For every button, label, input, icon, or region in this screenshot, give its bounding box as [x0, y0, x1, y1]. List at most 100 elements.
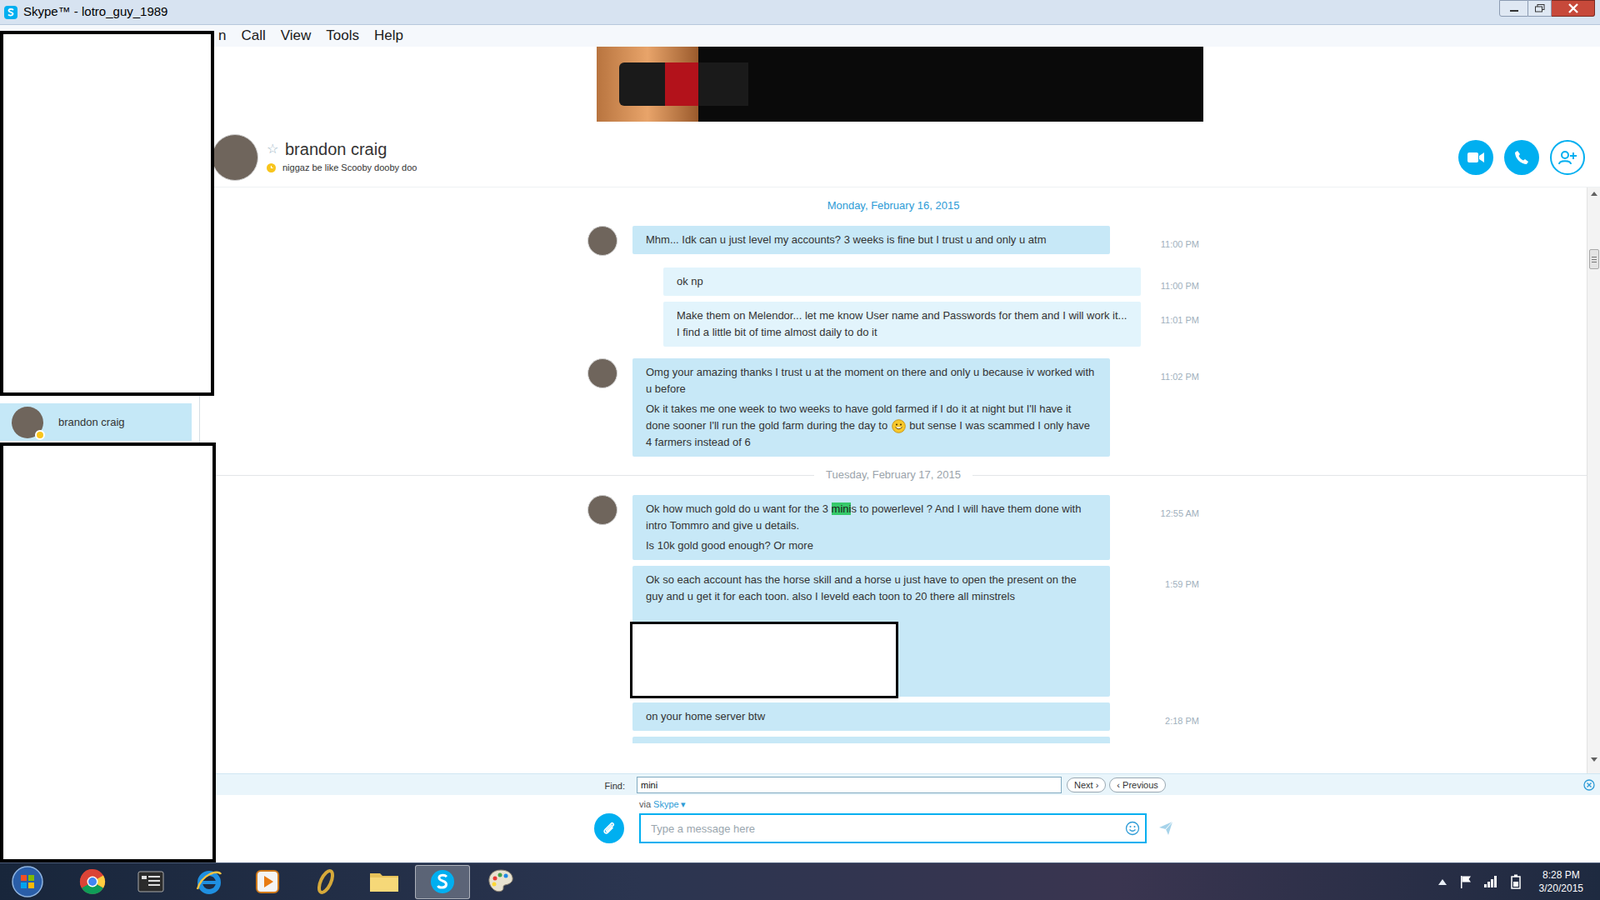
start-orb-icon[interactable] — [10, 864, 45, 900]
bubble-wrap: Mhm... Idk can u just level my accounts?… — [632, 225, 1141, 255]
sender-avatar — [587, 495, 618, 525]
find-controls: Find:Next ›‹ Previous — [591, 775, 1204, 795]
message-row: ok np 11:00 PM — [587, 267, 1200, 296]
message-bubble[interactable]: Make them on Melendor... let me know Use… — [663, 301, 1141, 347]
add-contact-icon[interactable] — [1550, 140, 1585, 175]
video-call-icon[interactable] — [1458, 140, 1494, 175]
menu-item[interactable]: n — [218, 25, 226, 47]
window-title: Skype™ - lotro_guy_1989 — [23, 2, 168, 22]
find-previous-button[interactable]: ‹ Previous — [1109, 777, 1166, 793]
message-bubble[interactable]: Ok how much gold do u want for the 3 min… — [632, 495, 1110, 560]
taskbar-button[interactable] — [298, 865, 354, 900]
avatar-slot — [587, 225, 633, 256]
message-row: Make them on Melendor... let me know Use… — [587, 301, 1200, 347]
menu-item[interactable]: Tools — [325, 25, 360, 47]
call-buttons — [1458, 140, 1585, 175]
message-bubble[interactable]: Mhm... Idk can u just level my accounts?… — [632, 225, 1110, 255]
paperclip-icon[interactable] — [594, 813, 625, 844]
taskbar-button[interactable] — [356, 865, 412, 900]
message-bubble[interactable]: Ok so each account has the horse skill a… — [632, 565, 1110, 697]
find-next-button[interactable]: Next › — [1066, 777, 1106, 793]
time-slot: 11:00 PM — [1140, 225, 1200, 254]
bubble-wrap — [632, 736, 1141, 744]
taskbar-button[interactable] — [473, 865, 529, 900]
chrome-app-icon — [75, 866, 110, 897]
message-input[interactable] — [650, 816, 1125, 840]
message-paragraph: Ok how much gold do u want for the 3 min… — [645, 500, 1097, 535]
bubble-wrap: Omg your amazing thanks I trust u at the… — [632, 358, 1141, 457]
contact-avatar — [11, 406, 44, 439]
phone-call-icon[interactable] — [1504, 140, 1540, 175]
skype-app-icon — [425, 866, 460, 897]
send-icon[interactable] — [1158, 820, 1174, 836]
via-service-dropdown[interactable]: Skype▾ — [653, 797, 686, 812]
message-box[interactable] — [639, 813, 1147, 844]
ad-banner[interactable] — [596, 46, 1204, 122]
ad-battery-body — [619, 62, 699, 106]
message-paragraph: Ok so each account has the horse skill a… — [645, 571, 1097, 605]
sender-avatar — [587, 358, 618, 389]
ad-battery-label — [665, 62, 699, 106]
mood-message: niggaz be like Scooby dooby doo — [282, 160, 417, 175]
taskbar-button[interactable] — [181, 865, 237, 900]
power-battery-icon[interactable] — [1509, 874, 1523, 890]
maximize-icon[interactable] — [1528, 0, 1552, 17]
sender-avatar — [587, 225, 618, 256]
message-time: 11:01 PM — [1160, 315, 1200, 325]
taskbar-button[interactable] — [415, 865, 470, 900]
thumb-grip — [1591, 259, 1597, 260]
message-bubble[interactable]: Omg your amazing thanks I trust u at the… — [632, 358, 1110, 457]
message-paragraph: Is 10k gold good enough? Or more — [645, 537, 1097, 555]
message-row — [587, 736, 1200, 744]
compose-area: viaSkype▾ — [200, 795, 1600, 863]
ring-app-icon — [309, 866, 343, 897]
message-time: 1:59 PM — [1165, 579, 1200, 590]
scroll-down-icon[interactable] — [1590, 753, 1598, 765]
message-bubble[interactable]: ok np — [663, 267, 1141, 296]
window-controls — [1499, 0, 1600, 19]
message-text: Ok so each account has the horse skill a… — [645, 573, 1077, 603]
menu-item[interactable]: Help — [374, 25, 404, 47]
message-row: Ok how much gold do u want for the 3 min… — [587, 495, 1200, 560]
contact-info: ☆brandon craigniggaz be like Scooby doob… — [266, 139, 417, 175]
favorite-star[interactable]: ☆ — [266, 142, 279, 156]
chat-viewport: Monday, February 16, 2015Mhm... Idk can … — [200, 187, 1587, 774]
minimize-icon[interactable] — [1499, 0, 1529, 17]
message-list: Monday, February 16, 2015Mhm... Idk can … — [200, 187, 1587, 744]
avatar-slot — [587, 358, 633, 389]
menu-item[interactable]: Call — [240, 25, 265, 47]
ad-battery-end — [698, 62, 749, 106]
message-text: ok np — [676, 275, 704, 288]
message-time: 11:00 PM — [1160, 280, 1200, 291]
action-center-flag-icon[interactable] — [1459, 875, 1473, 889]
find-input[interactable] — [636, 776, 1062, 794]
network-signal-icon[interactable] — [1484, 875, 1498, 889]
close-icon[interactable] — [1551, 0, 1595, 17]
taskbar-button[interactable] — [123, 865, 179, 900]
find-bar: Find:Next ›‹ Previous — [200, 773, 1600, 795]
paint-app-icon — [484, 866, 518, 897]
find-close-slot — [1203, 779, 1600, 791]
message-text: Ok how much gold do u want for the 3 — [645, 502, 832, 515]
scroll-thumb[interactable] — [1589, 249, 1600, 270]
taskbar-button[interactable] — [65, 865, 120, 900]
message-text: Mhm... Idk can u just level my accounts?… — [645, 233, 1047, 246]
message-bubble[interactable] — [632, 736, 1110, 744]
taskbar: 8:28 PM3/20/2015 — [0, 862, 1600, 900]
message-bubble[interactable]: on your home server btw — [632, 702, 1110, 731]
message-text: on your home server btw — [645, 710, 765, 723]
emoticon-icon[interactable] — [1125, 820, 1140, 836]
search-match: mini — [831, 502, 852, 515]
scroll-up-icon[interactable] — [1590, 187, 1598, 200]
taskbar-button[interactable] — [240, 865, 295, 900]
show-hidden-icons-icon[interactable] — [1437, 876, 1448, 887]
contact-item[interactable]: brandon craig — [0, 403, 192, 441]
via-label: via — [639, 797, 651, 812]
scrollbar[interactable] — [1586, 187, 1600, 774]
menu-item[interactable]: View — [280, 25, 312, 47]
bubble-wrap: Ok how much gold do u want for the 3 min… — [632, 495, 1141, 560]
close-find-icon[interactable] — [1583, 779, 1595, 791]
clock[interactable]: 8:28 PM3/20/2015 — [1539, 868, 1584, 895]
time-slot: 11:02 PM — [1140, 358, 1200, 386]
thumb-grip — [1591, 256, 1597, 258]
